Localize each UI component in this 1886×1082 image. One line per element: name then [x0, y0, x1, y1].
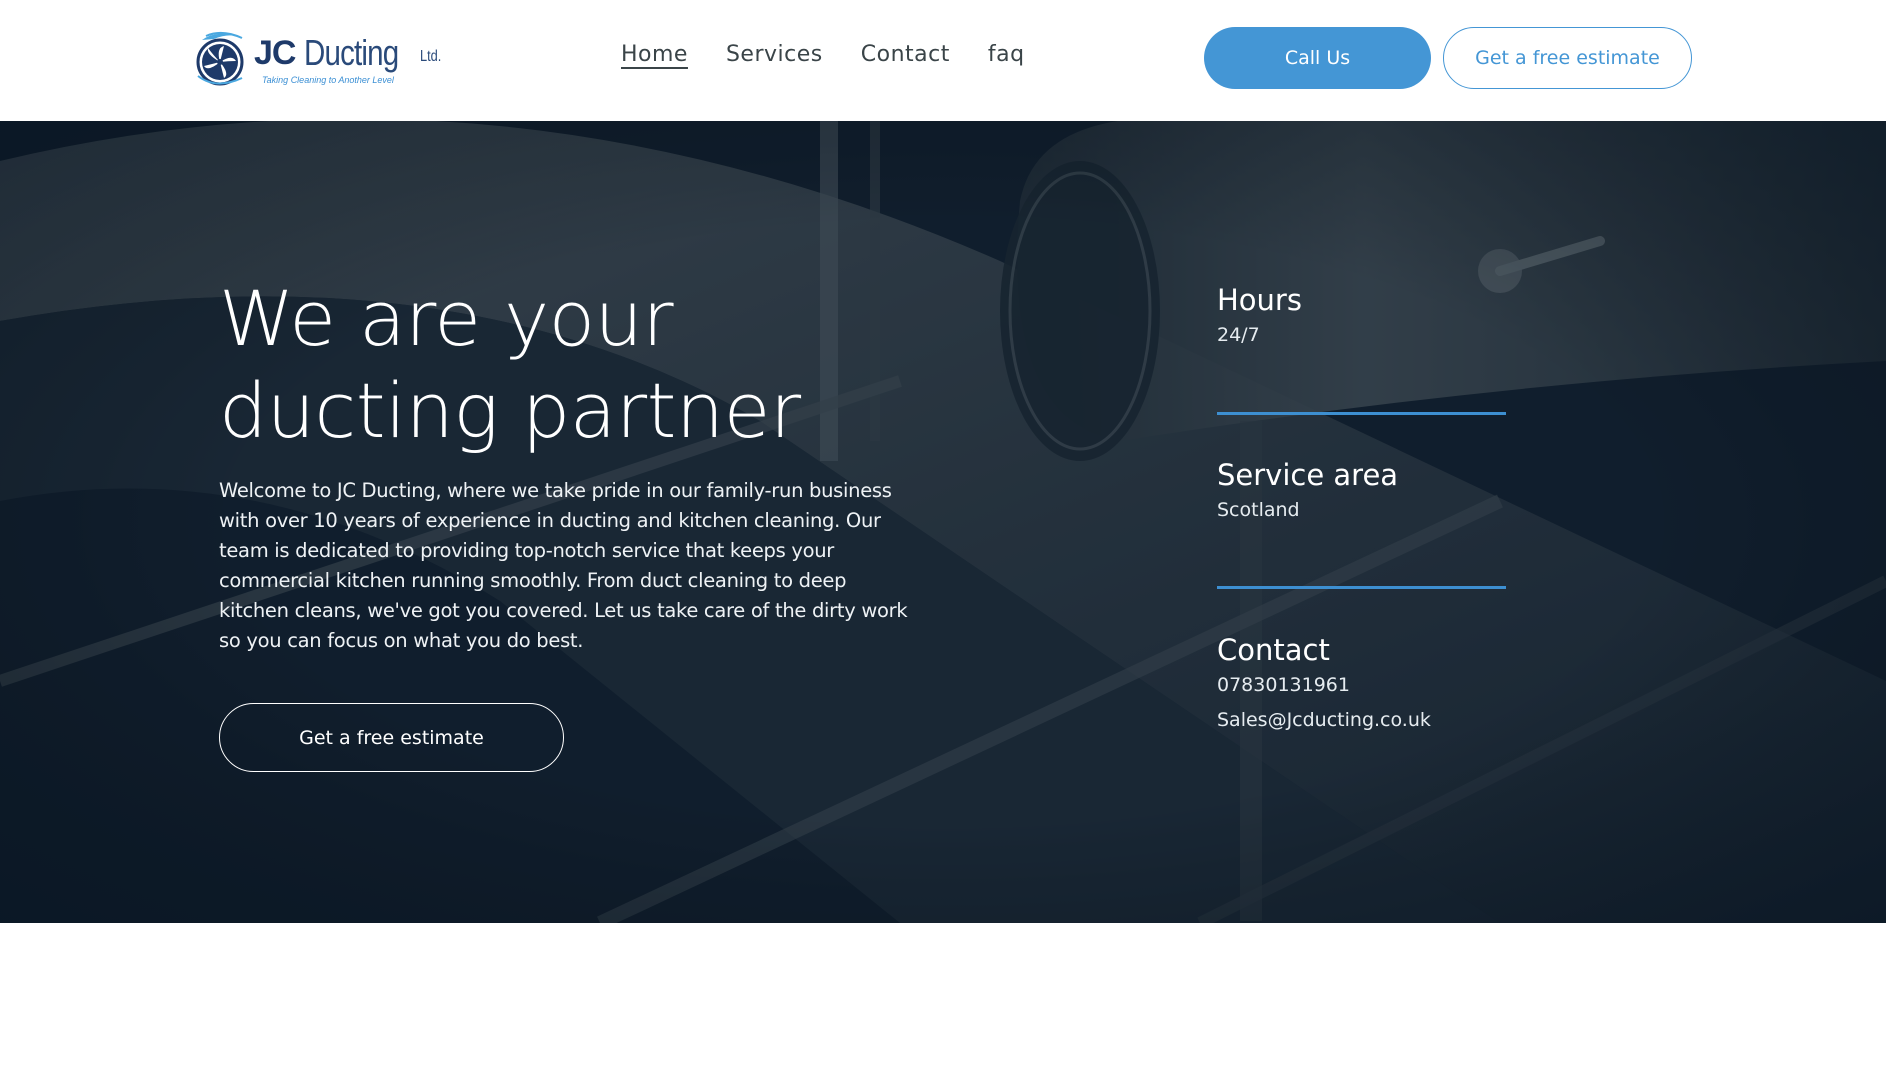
site-header: JC Ducting Ltd. Taking Cleaning to Anoth… — [0, 0, 1886, 121]
info-hours: Hours 24/7 — [1217, 282, 1507, 353]
info-contact: Contact 07830131961 Sales@Jcducting.co.u… — [1217, 632, 1507, 738]
hours-value: 24/7 — [1217, 324, 1260, 346]
logo[interactable]: JC Ducting Ltd. Taking Cleaning to Anoth… — [196, 22, 446, 90]
service-area-value: Scotland — [1217, 499, 1300, 521]
contact-title: Contact — [1217, 633, 1330, 667]
hero-title-line-1: We are your — [219, 274, 674, 363]
divider — [1217, 586, 1506, 589]
logo-suffix: Ltd. — [420, 48, 442, 65]
nav-item-home[interactable]: Home — [621, 42, 688, 67]
logo-wordmark: JC Ducting Ltd. Taking Cleaning to Anoth… — [254, 26, 444, 86]
call-us-button[interactable]: Call Us — [1204, 27, 1431, 89]
info-service-area: Service area Scotland — [1217, 457, 1507, 528]
hours-title: Hours — [1217, 283, 1302, 317]
nav-item-services[interactable]: Services — [726, 42, 823, 67]
contact-email[interactable]: Sales@Jcducting.co.uk — [1217, 703, 1507, 738]
main-nav: Home Services Contact faq — [621, 42, 1025, 67]
fan-icon — [196, 30, 248, 86]
hero-estimate-button[interactable]: Get a free estimate — [219, 703, 564, 772]
hero-title-line-2: ducting partner — [219, 366, 801, 455]
service-area-title: Service area — [1217, 458, 1399, 492]
contact-phone[interactable]: 07830131961 — [1217, 668, 1507, 703]
hero-section: We are your ducting partner Welcome to J… — [0, 121, 1886, 923]
logo-brand-bold: JC — [254, 34, 296, 72]
nav-item-contact[interactable]: Contact — [861, 42, 950, 67]
divider — [1217, 412, 1506, 415]
logo-brand-name: Ducting — [304, 32, 399, 73]
hero-description: Welcome to JC Ducting, where we take pri… — [219, 479, 908, 652]
header-estimate-button[interactable]: Get a free estimate — [1443, 27, 1692, 89]
hero-title: We are your ducting partner — [219, 273, 919, 457]
nav-item-faq[interactable]: faq — [988, 42, 1025, 67]
logo-tagline: Taking Cleaning to Another Level — [262, 75, 394, 85]
